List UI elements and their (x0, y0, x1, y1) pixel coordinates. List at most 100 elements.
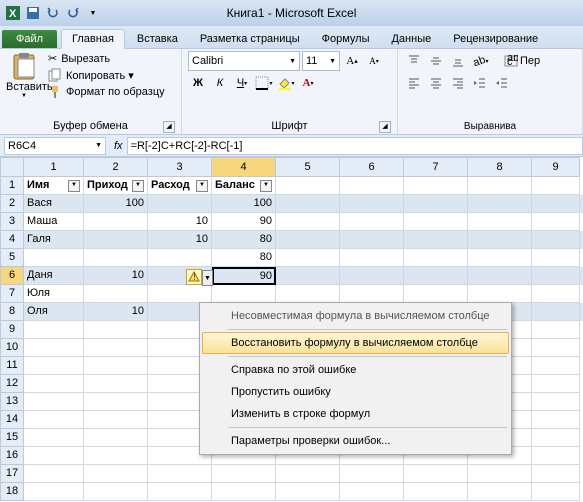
format-painter-button[interactable]: Формат по образцу (46, 84, 167, 100)
cell[interactable] (24, 429, 84, 447)
cell[interactable] (532, 357, 580, 375)
cell[interactable] (468, 195, 532, 213)
cell[interactable] (404, 249, 468, 267)
cell[interactable] (468, 249, 532, 267)
cell[interactable] (276, 267, 340, 285)
cell[interactable] (404, 213, 468, 231)
cell[interactable] (84, 483, 148, 501)
cell[interactable] (340, 465, 404, 483)
shrink-font-icon[interactable]: A▾ (364, 51, 384, 71)
cell[interactable]: 10 (84, 303, 148, 321)
cell[interactable] (24, 465, 84, 483)
save-icon[interactable] (24, 4, 42, 22)
col-header[interactable]: 7 (404, 157, 468, 177)
tab-insert[interactable]: Вставка (127, 30, 188, 48)
table-header[interactable]: Баланс▼ (212, 177, 276, 195)
fill-color-icon[interactable]: ▾ (276, 73, 296, 93)
cell[interactable] (84, 249, 148, 267)
tab-home[interactable]: Главная (61, 29, 125, 49)
filter-icon[interactable]: ▼ (132, 180, 144, 192)
cell[interactable]: 90 (212, 213, 276, 231)
cell[interactable] (24, 249, 84, 267)
col-header[interactable]: 6 (340, 157, 404, 177)
cell[interactable] (24, 483, 84, 501)
menu-restore-formula[interactable]: Восстановить формулу в вычисляемом столб… (202, 332, 509, 354)
cell[interactable] (148, 285, 212, 303)
col-header[interactable]: 1 (24, 157, 84, 177)
cell[interactable] (532, 231, 580, 249)
cell[interactable] (84, 213, 148, 231)
row-header[interactable]: 6 (0, 267, 24, 285)
cell[interactable] (404, 285, 468, 303)
tab-data[interactable]: Данные (381, 30, 441, 48)
cell[interactable] (404, 231, 468, 249)
cell[interactable] (404, 177, 468, 195)
align-center-icon[interactable] (426, 73, 446, 93)
underline-icon[interactable]: Ч▾ (232, 73, 252, 93)
cell[interactable] (532, 303, 580, 321)
cell[interactable] (24, 339, 84, 357)
col-header[interactable]: 4 (212, 157, 276, 177)
grow-font-icon[interactable]: A▴ (342, 51, 362, 71)
row-header[interactable]: 11 (0, 357, 24, 375)
cell[interactable] (532, 321, 580, 339)
copy-button[interactable]: Копировать ▾ (46, 67, 167, 83)
cell[interactable]: Вася (24, 195, 84, 213)
cell[interactable] (212, 465, 276, 483)
col-header[interactable]: 5 (276, 157, 340, 177)
italic-icon[interactable]: К (210, 73, 230, 93)
cell[interactable] (212, 285, 276, 303)
cell[interactable] (84, 447, 148, 465)
cell[interactable]: 80 (212, 249, 276, 267)
cell[interactable] (84, 231, 148, 249)
cell[interactable] (532, 393, 580, 411)
cell[interactable]: Маша (24, 213, 84, 231)
cell[interactable] (84, 411, 148, 429)
cell[interactable] (84, 465, 148, 483)
tab-file[interactable]: Файл (2, 30, 57, 48)
cell[interactable] (532, 195, 580, 213)
redo-icon[interactable] (64, 4, 82, 22)
cell[interactable] (532, 177, 580, 195)
filter-icon[interactable]: ▼ (68, 180, 80, 192)
cell[interactable] (532, 249, 580, 267)
cell[interactable] (404, 465, 468, 483)
cell[interactable] (340, 213, 404, 231)
table-header[interactable]: Приход▼ (84, 177, 148, 195)
cell[interactable] (24, 375, 84, 393)
cell[interactable] (532, 411, 580, 429)
cell[interactable] (212, 483, 276, 501)
row-header[interactable]: 4 (0, 231, 24, 249)
decrease-indent-icon[interactable] (470, 73, 490, 93)
filter-icon[interactable]: ▼ (260, 180, 272, 192)
cell[interactable] (84, 285, 148, 303)
cell[interactable] (84, 357, 148, 375)
tab-pagelayout[interactable]: Разметка страницы (190, 30, 310, 48)
row-header[interactable]: 16 (0, 447, 24, 465)
col-header[interactable]: 3 (148, 157, 212, 177)
cell[interactable] (404, 195, 468, 213)
cell[interactable] (340, 231, 404, 249)
cell[interactable]: 10 (148, 213, 212, 231)
cell[interactable] (468, 267, 532, 285)
select-all-corner[interactable] (0, 157, 24, 177)
cell[interactable] (84, 375, 148, 393)
cell[interactable] (340, 285, 404, 303)
cell[interactable] (24, 357, 84, 375)
align-right-icon[interactable] (448, 73, 468, 93)
cell[interactable] (404, 267, 468, 285)
row-header[interactable]: 3 (0, 213, 24, 231)
row-header[interactable]: 13 (0, 393, 24, 411)
cell[interactable] (24, 321, 84, 339)
row-header[interactable]: 9 (0, 321, 24, 339)
active-cell[interactable]: 90 (212, 267, 276, 285)
row-header[interactable]: 1 (0, 177, 24, 195)
row-header[interactable]: 8 (0, 303, 24, 321)
cell[interactable] (148, 195, 212, 213)
cell[interactable] (340, 267, 404, 285)
cell[interactable] (276, 483, 340, 501)
cell[interactable] (276, 465, 340, 483)
cell[interactable] (468, 177, 532, 195)
undo-icon[interactable] (44, 4, 62, 22)
row-header[interactable]: 12 (0, 375, 24, 393)
